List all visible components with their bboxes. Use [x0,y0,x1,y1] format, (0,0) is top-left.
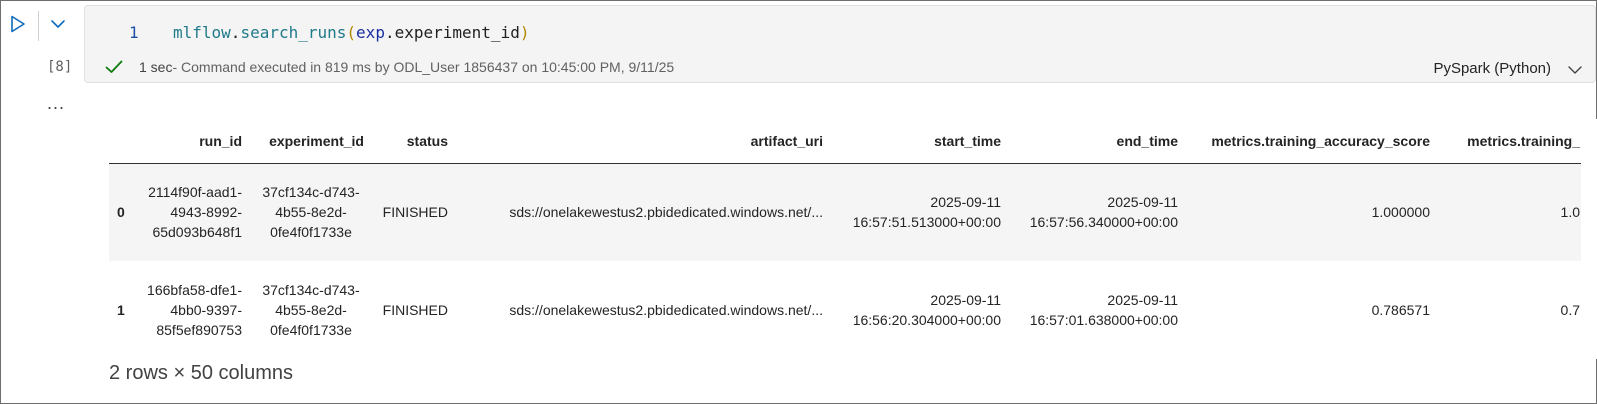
column-header-end-time: end_time [1009,119,1186,164]
execution-count: [8] [47,59,73,75]
column-header-artifact-uri: artifact_uri [456,119,831,164]
code-arg-attr: experiment_id [394,23,520,42]
collapse-chevron-icon [51,20,65,28]
code-cell[interactable]: 1 mlflow.search_runs(exp.experiment_id) … [84,5,1596,83]
code-module: mlflow [173,23,231,42]
code-open-paren: ( [346,23,357,42]
dataframe-shape: 2 rows × 50 columns [109,362,293,384]
cell-status: FINISHED [372,261,456,359]
cell-run-id: 166bfa58-dfe1-4bb0-9397-85f5ef890753 [137,261,250,359]
column-header-run-id: run_id [137,119,250,164]
code-arg-var: exp [356,23,385,42]
table-row: 1 166bfa58-dfe1-4bb0-9397-85f5ef890753 3… [109,261,1588,359]
language-chevron-icon[interactable] [1565,60,1585,80]
execution-status: 1 sec - Command executed in 819 ms by OD… [105,59,674,75]
column-header-training-partial: metrics.training_ [1438,119,1588,164]
notebook-cell-frame: [8] ... 1 mlflow.search_runs(exp.experim… [0,0,1597,404]
cell-end-time: 2025-09-11 16:57:01.638000+00:00 [1009,261,1186,359]
end-time-date: 2025-09-11 [1107,194,1178,211]
end-time-clock: 16:57:01.638000+00:00 [1029,312,1178,328]
cell-experiment-id: 37cf134c-d743-4b55-8e2d-0fe4f0f1733e [250,261,372,359]
cell-start-time: 2025-09-11 16:56:20.304000+00:00 [831,261,1009,359]
execution-duration: 1 sec [139,59,173,75]
code-dot: . [230,23,241,42]
end-time-clock: 16:57:56.340000+00:00 [1029,214,1178,231]
cell-experiment-id: 37cf134c-d743-4b55-8e2d-0fe4f0f1733e [250,163,372,261]
code-close-paren: ) [519,23,530,42]
start-time-clock: 16:56:20.304000+00:00 [852,312,1001,328]
run-icon [11,15,25,33]
column-header-index [109,119,137,164]
cell-artifact-uri: sds://onelakewestus2.pbidedicated.window… [456,261,831,359]
cell-end-time: 2025-09-11 16:57:56.340000+00:00 [1009,163,1186,261]
start-time-clock: 16:57:51.513000+00:00 [852,214,1001,231]
cell-training-partial: 0.7 [1438,261,1588,359]
language-selector[interactable]: PySpark (Python) [1433,60,1551,77]
start-time-date: 2025-09-11 [930,194,1001,211]
cell-training-accuracy-score: 0.786571 [1186,261,1438,359]
cell-training-accuracy-score: 1.000000 [1186,163,1438,261]
code-function: search_runs [240,23,347,42]
line-number: 1 [129,23,139,42]
column-header-training-accuracy-score: metrics.training_accuracy_score [1186,119,1438,164]
table-row: 0 2114f90f-aad1-4943-8992-65d093b648f1 3… [109,163,1588,261]
column-header-status: status [372,119,456,164]
cell-run-id: 2114f90f-aad1-4943-8992-65d093b648f1 [137,163,250,261]
cell-artifact-uri: sds://onelakewestus2.pbidedicated.window… [456,163,831,261]
cell-training-partial: 1.0 [1438,163,1588,261]
execution-detail: - Command executed in 819 ms by ODL_User… [172,59,675,75]
cell-status: FINISHED [372,163,456,261]
column-header-start-time: start_time [831,119,1009,164]
dataframe-table: run_id experiment_id status artifact_uri… [109,119,1588,359]
row-index: 0 [109,163,137,261]
collapse-cell-button[interactable] [47,13,69,35]
table-header-row: run_id experiment_id status artifact_uri… [109,119,1588,164]
cell-start-time: 2025-09-11 16:57:51.513000+00:00 [831,163,1009,261]
row-index: 1 [109,261,137,359]
more-options-icon[interactable]: ... [47,93,65,114]
table-overflow-clip [1581,119,1597,359]
run-cell-button[interactable] [7,13,29,35]
start-time-date: 2025-09-11 [930,292,1001,308]
end-time-date: 2025-09-11 [1107,292,1178,308]
code-editor[interactable]: mlflow.search_runs(exp.experiment_id) [173,23,529,42]
checkmark-icon [105,60,123,73]
gutter-separator [38,11,39,41]
code-dot: . [384,23,395,42]
column-header-experiment-id: experiment_id [250,119,372,164]
